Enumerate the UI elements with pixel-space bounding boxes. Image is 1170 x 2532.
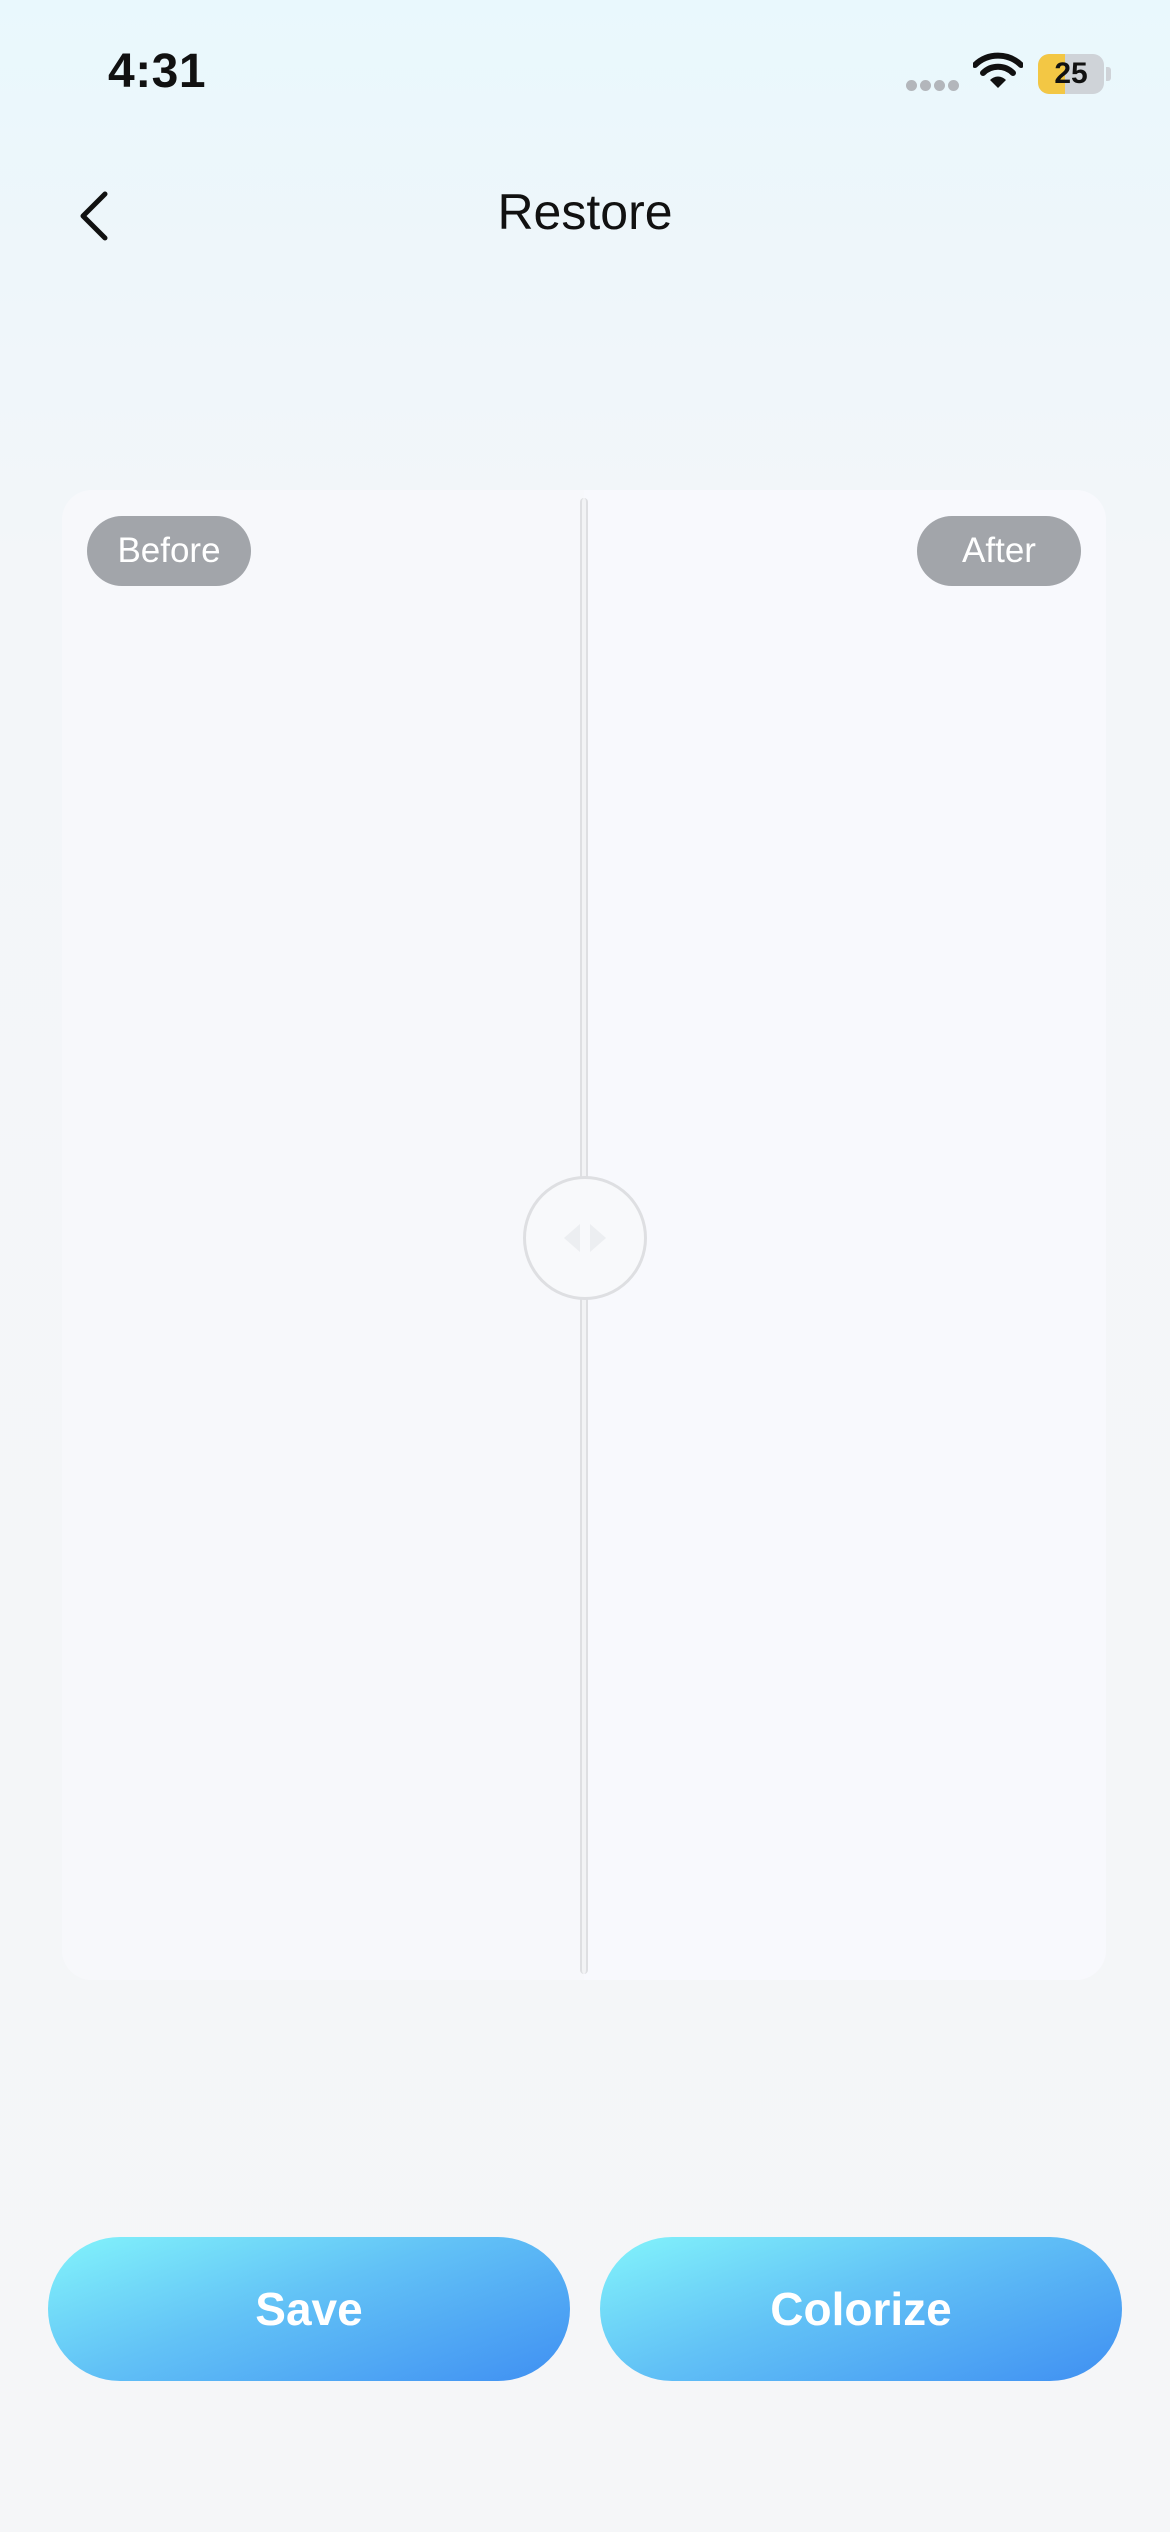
save-button[interactable]: Save <box>48 2237 570 2381</box>
left-right-arrows-icon <box>564 1224 606 1252</box>
after-image <box>584 490 1106 1980</box>
battery-cap <box>1106 67 1111 81</box>
status-time: 4:31 <box>108 45 207 98</box>
compare-slider-handle[interactable] <box>523 1176 647 1300</box>
colorize-button[interactable]: Colorize <box>600 2237 1122 2381</box>
battery-indicator: 25 <box>1038 54 1111 94</box>
wifi-icon <box>973 52 1023 88</box>
cellular-signal-icon <box>906 80 960 92</box>
after-label: After <box>917 516 1081 586</box>
page-title: Restore <box>497 184 673 240</box>
before-image <box>62 490 584 1980</box>
battery-level: 25 <box>1054 57 1088 90</box>
battery-body: 25 <box>1038 54 1104 94</box>
status-bar: 4:31 25 <box>0 0 1170 150</box>
before-after-compare-view[interactable]: Before After <box>62 490 1106 1980</box>
nav-bar: Restore <box>0 150 1170 280</box>
before-label: Before <box>87 516 251 586</box>
